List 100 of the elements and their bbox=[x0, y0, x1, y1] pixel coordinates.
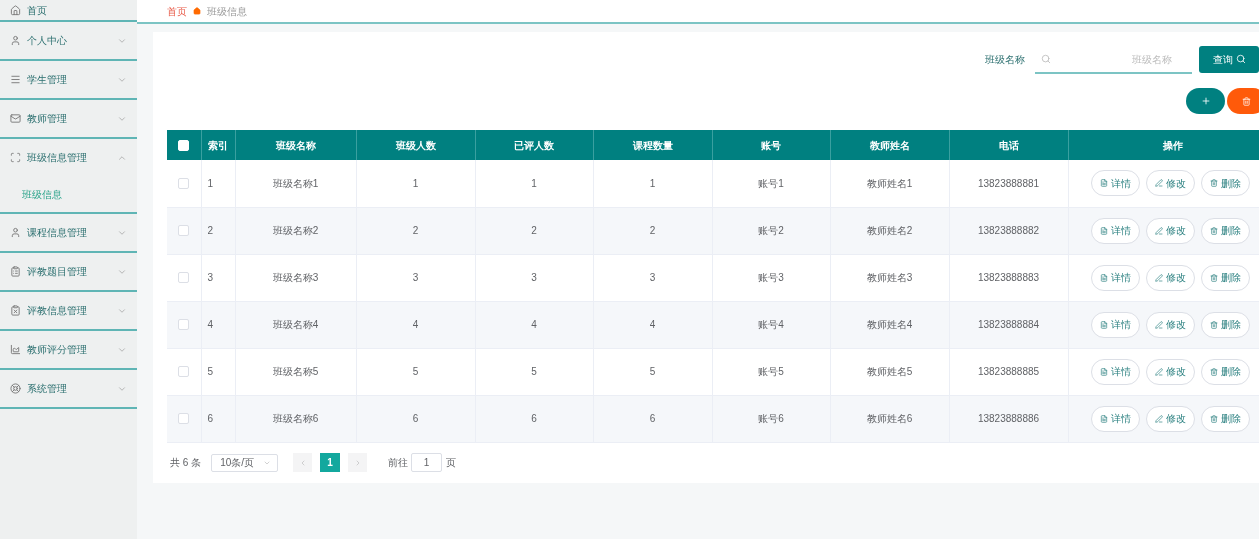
row-action-button[interactable]: 删除 bbox=[1200, 358, 1250, 385]
search-field[interactable]: 班级名称 bbox=[1035, 47, 1192, 74]
table-cell: 3 bbox=[201, 254, 235, 301]
table-cell: 1 bbox=[356, 160, 475, 207]
menu-icon bbox=[10, 344, 21, 355]
menu-item[interactable]: 评教信息管理 bbox=[0, 292, 137, 329]
table-cell: 教师姓名6 bbox=[830, 395, 949, 442]
table-cell: 13823888882 bbox=[949, 207, 1068, 254]
checkbox[interactable] bbox=[178, 366, 190, 377]
goto-suffix: 页 bbox=[446, 456, 457, 470]
breadcrumb-link[interactable]: 首页 bbox=[167, 3, 187, 19]
action-icon bbox=[1154, 179, 1163, 188]
breadcrumb-current: 班级信息 bbox=[207, 4, 247, 19]
goto-label: 前往 bbox=[388, 456, 409, 470]
table-cell: 2 bbox=[356, 207, 475, 254]
search-label: 班级名称 bbox=[985, 52, 1025, 67]
menu-item[interactable]: 评教题目管理 bbox=[0, 253, 137, 290]
menu-icon bbox=[10, 227, 21, 238]
table-cell: 2 bbox=[475, 207, 593, 254]
row-action-button[interactable]: 删除 bbox=[1200, 217, 1250, 244]
action-icon bbox=[1209, 273, 1218, 282]
row-action-button[interactable]: 修改 bbox=[1145, 405, 1195, 432]
checkbox[interactable] bbox=[178, 225, 190, 236]
submenu-item[interactable]: 班级信息 bbox=[0, 176, 137, 212]
table-cell: 教师姓名3 bbox=[830, 254, 949, 301]
checkbox[interactable] bbox=[178, 177, 190, 189]
total-count: 共 6 条 bbox=[170, 456, 202, 470]
menu-icon bbox=[10, 266, 21, 277]
action-icon bbox=[1154, 367, 1163, 376]
action-icon bbox=[1209, 414, 1218, 423]
checkbox[interactable] bbox=[178, 319, 190, 330]
table-cell: 教师姓名4 bbox=[830, 301, 949, 348]
menu-icon bbox=[10, 74, 21, 85]
search-button[interactable]: 查询 bbox=[1199, 45, 1259, 73]
action-icon bbox=[1099, 226, 1108, 235]
next-page-button[interactable] bbox=[348, 453, 368, 472]
menu-item[interactable]: 班级信息管理 bbox=[0, 139, 137, 176]
table-cell: 2 bbox=[201, 207, 235, 254]
row-action-button[interactable]: 修改 bbox=[1145, 264, 1195, 291]
table-cell: 13823888885 bbox=[949, 348, 1068, 395]
row-action-button[interactable]: 删除 bbox=[1200, 405, 1250, 432]
plus-icon bbox=[1200, 96, 1211, 106]
row-action-button[interactable]: 详情 bbox=[1090, 311, 1140, 338]
menu-icon bbox=[10, 383, 21, 394]
action-icon bbox=[1099, 273, 1108, 282]
checkbox[interactable] bbox=[178, 413, 190, 424]
row-action-button[interactable]: 修改 bbox=[1145, 358, 1195, 385]
table-cell: 账号3 bbox=[712, 254, 830, 301]
action-icon bbox=[1154, 226, 1163, 235]
menu-item[interactable]: 首页 bbox=[0, 0, 137, 20]
menu-item[interactable]: 教师评分管理 bbox=[0, 331, 137, 368]
table-cell: 账号4 bbox=[712, 301, 830, 348]
action-icon bbox=[1209, 320, 1218, 329]
row-action-button[interactable]: 删除 bbox=[1200, 170, 1250, 197]
table-cell: 班级名称2 bbox=[235, 207, 356, 254]
add-button[interactable] bbox=[1186, 88, 1225, 114]
table-cell: 5 bbox=[201, 348, 235, 395]
table-cell: 班级名称6 bbox=[235, 395, 356, 442]
row-action-button[interactable]: 详情 bbox=[1090, 264, 1140, 291]
action-icon bbox=[1209, 226, 1218, 235]
table-cell: 13823888881 bbox=[949, 160, 1068, 207]
row-action-button[interactable]: 详情 bbox=[1090, 405, 1140, 432]
checkbox[interactable] bbox=[178, 272, 190, 283]
menu-item[interactable]: 系统管理 bbox=[0, 370, 137, 407]
page-button[interactable]: 1 bbox=[320, 453, 341, 472]
row-action-button[interactable]: 修改 bbox=[1145, 217, 1195, 244]
delete-button[interactable] bbox=[1227, 88, 1259, 114]
prev-page-button[interactable] bbox=[293, 453, 313, 472]
table-cell: 4 bbox=[593, 301, 712, 348]
menu-item[interactable]: 个人中心 bbox=[0, 22, 137, 59]
table-cell: 1 bbox=[475, 160, 593, 207]
row-action-button[interactable]: 删除 bbox=[1200, 311, 1250, 338]
menu-item[interactable]: 学生管理 bbox=[0, 61, 137, 98]
page-size-select[interactable]: 10条/页 bbox=[211, 453, 279, 472]
action-icon bbox=[1099, 367, 1108, 376]
menu-icon bbox=[10, 113, 21, 124]
table-cell: 3 bbox=[475, 254, 593, 301]
action-icon bbox=[1154, 320, 1163, 329]
menu-item[interactable]: 教师管理 bbox=[0, 100, 137, 137]
action-icon bbox=[1154, 414, 1163, 423]
row-action-button[interactable]: 详情 bbox=[1090, 217, 1140, 244]
table-cell: 6 bbox=[201, 395, 235, 442]
menu-icon bbox=[10, 35, 21, 46]
table-cell: 教师姓名2 bbox=[830, 207, 949, 254]
row-action-button[interactable]: 详情 bbox=[1090, 358, 1140, 385]
menu-item[interactable]: 课程信息管理 bbox=[0, 214, 137, 251]
table-cell: 教师姓名1 bbox=[830, 160, 949, 207]
search-icon bbox=[1235, 54, 1246, 64]
table-cell: 5 bbox=[475, 348, 593, 395]
menu-icon bbox=[10, 152, 21, 163]
table-cell: 6 bbox=[356, 395, 475, 442]
table-cell: 4 bbox=[475, 301, 593, 348]
action-icon bbox=[1154, 273, 1163, 282]
row-action-button[interactable]: 删除 bbox=[1200, 264, 1250, 291]
row-action-button[interactable]: 修改 bbox=[1145, 311, 1195, 338]
home-icon bbox=[193, 7, 201, 15]
row-action-button[interactable]: 修改 bbox=[1145, 170, 1195, 197]
goto-page-field[interactable]: 1 bbox=[411, 453, 443, 472]
row-action-button[interactable]: 详情 bbox=[1090, 170, 1140, 197]
table-cell: 班级名称4 bbox=[235, 301, 356, 348]
